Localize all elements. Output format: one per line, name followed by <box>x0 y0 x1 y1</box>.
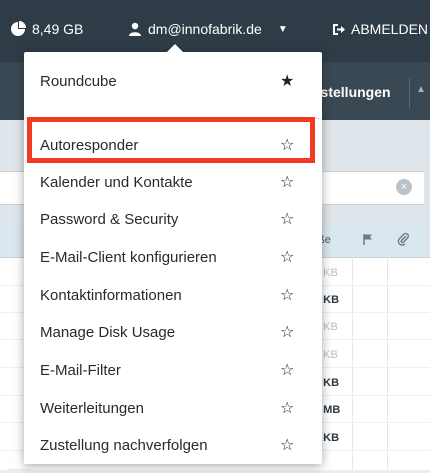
settings-tab[interactable]: nstellungen <box>312 84 391 100</box>
account-dropdown-menu: Roundcube ★ Autoresponder ☆ Kalender und… <box>24 44 322 464</box>
flag-icon[interactable] <box>362 232 374 250</box>
menu-item-label: E-Mail-Filter <box>40 361 121 379</box>
clear-search-icon[interactable]: × <box>396 179 412 195</box>
star-outline-icon[interactable]: ☆ <box>280 435 294 455</box>
star-filled-icon[interactable]: ★ <box>280 71 294 91</box>
menu-item-disk-usage[interactable]: Manage Disk Usage ☆ <box>24 314 322 350</box>
star-outline-icon[interactable]: ☆ <box>280 360 294 380</box>
menu-item-track-delivery[interactable]: Zustellung nachverfolgen ☆ <box>24 427 322 463</box>
user-icon <box>128 22 142 36</box>
quota-indicator[interactable]: 8,49 GB <box>10 21 83 37</box>
menu-item-label: Zustellung nachverfolgen <box>40 436 208 454</box>
menu-item-contact-info[interactable]: Kontaktinformationen ☆ <box>24 277 322 313</box>
menu-item-label: Kalender und Kontakte <box>40 173 193 191</box>
menu-item-label: E-Mail-Client konfigurieren <box>40 248 217 266</box>
highlight-box <box>27 117 315 163</box>
menu-item-label: Weiterleitungen <box>40 399 144 417</box>
menu-item-label: Password & Security <box>40 210 179 228</box>
menu-item-email-filter[interactable]: E-Mail-Filter ☆ <box>24 352 322 388</box>
menu-item-roundcube[interactable]: Roundcube ★ <box>24 63 322 99</box>
menu-item-password-security[interactable]: Password & Security ☆ <box>24 201 322 237</box>
logout-label: ABMELDEN <box>351 21 429 37</box>
chevron-down-icon: ▼ <box>277 23 288 35</box>
menu-item-label: Manage Disk Usage <box>40 323 176 341</box>
chevron-up-icon[interactable]: ▲ <box>416 84 426 95</box>
account-menu-button[interactable]: dm@innofabrik.de ▼ <box>128 21 288 37</box>
logout-icon <box>332 23 345 36</box>
column-divider <box>352 223 353 470</box>
star-outline-icon[interactable]: ☆ <box>280 398 294 418</box>
menu-item-forwarding[interactable]: Weiterleitungen ☆ <box>24 390 322 426</box>
menu-item-calendar-contacts[interactable]: Kalender und Kontakte ☆ <box>24 164 322 200</box>
pie-chart-icon <box>10 21 26 37</box>
menu-item-label: Roundcube <box>40 72 117 90</box>
logout-button[interactable]: ABMELDEN <box>332 21 428 37</box>
quota-text: 8,49 GB <box>32 21 84 37</box>
star-outline-icon[interactable]: ☆ <box>280 247 294 267</box>
star-outline-icon[interactable]: ☆ <box>280 322 294 342</box>
attachment-icon[interactable] <box>397 232 409 251</box>
menu-item-email-client[interactable]: E-Mail-Client konfigurieren ☆ <box>24 239 322 275</box>
star-outline-icon[interactable]: ☆ <box>280 172 294 192</box>
menu-item-label: Kontaktinformationen <box>40 286 182 304</box>
column-divider <box>387 223 388 470</box>
account-email: dm@innofabrik.de <box>148 21 262 37</box>
star-outline-icon[interactable]: ☆ <box>280 209 294 229</box>
toolbar-divider <box>409 78 410 108</box>
star-outline-icon[interactable]: ☆ <box>280 285 294 305</box>
